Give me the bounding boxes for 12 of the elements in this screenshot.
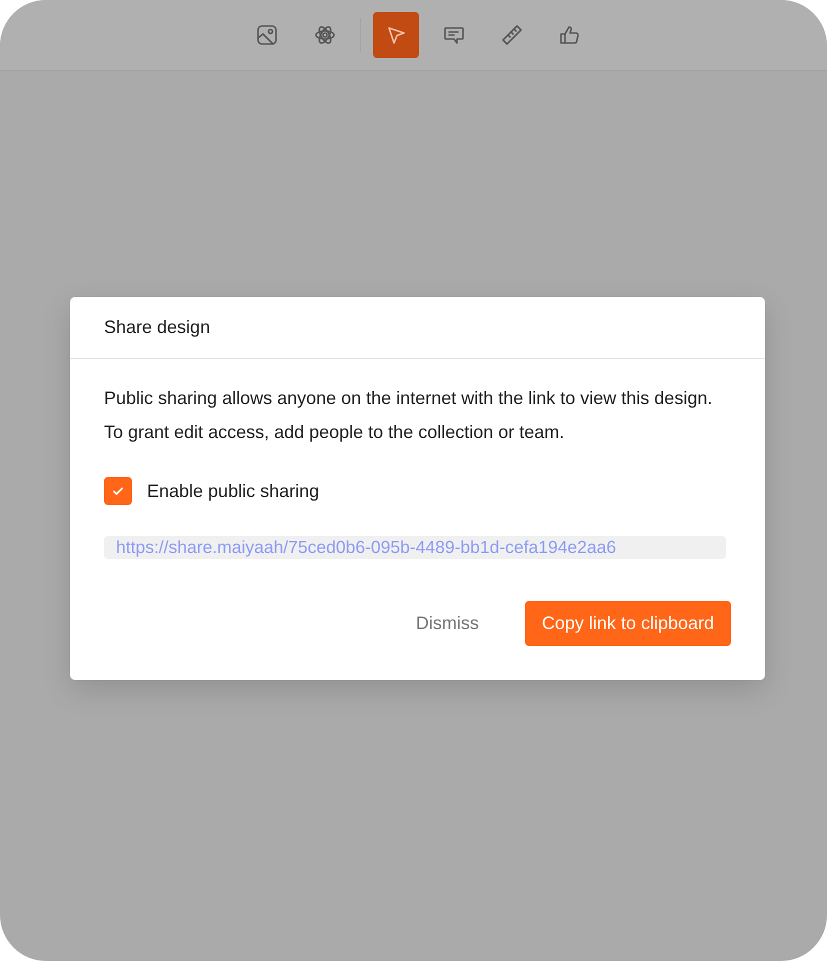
image-icon — [255, 23, 279, 47]
description-text: Public sharing allows anyone on the internet with the link to view this design. To grant edit access, add people to the collection or team. — [104, 387, 714, 444]
checkbox[interactable] — [104, 477, 132, 505]
dialog-title: Share design — [104, 317, 210, 338]
share-link[interactable]: https://share.maiyaah/75ced0b6-095b-4489-bb1d-cefa194e2aa6 — [104, 536, 726, 559]
copy-link-button[interactable]: Copy link to clipboard — [524, 601, 731, 646]
thumbs-up-icon — [558, 23, 582, 47]
atom-icon — [313, 23, 337, 47]
checkbox-label: Enable public sharing — [147, 480, 320, 502]
dismiss-button[interactable]: Dismiss — [410, 612, 485, 635]
pointer-tool-button[interactable] — [373, 12, 419, 58]
ruler-icon — [500, 23, 524, 47]
